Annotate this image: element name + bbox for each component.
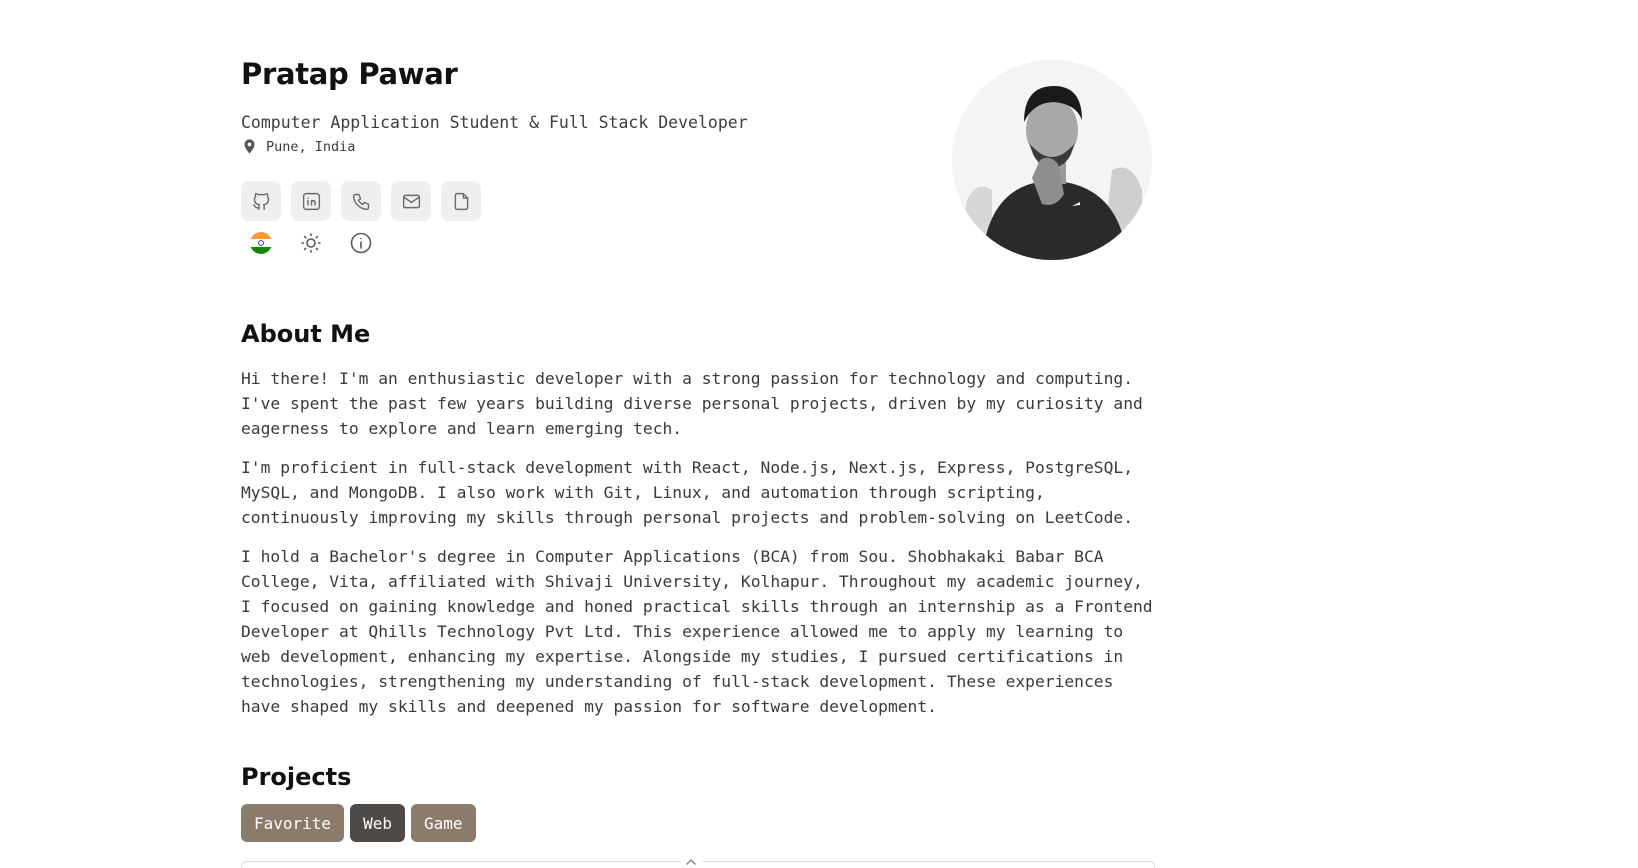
theme-toggle[interactable] xyxy=(298,230,324,256)
language-toggle[interactable] xyxy=(248,230,274,256)
tag-game[interactable]: Game xyxy=(410,804,476,842)
sun-icon xyxy=(301,233,321,253)
india-flag-icon xyxy=(250,232,272,254)
linkedin-icon xyxy=(302,192,320,210)
projects-section: Projects Favorite Web Game xyxy=(241,763,1153,842)
projects-title: Projects xyxy=(241,763,352,791)
project-filter-tags: Favorite Web Game xyxy=(241,804,1153,842)
phone-icon xyxy=(352,193,369,210)
info-icon xyxy=(350,232,372,254)
tag-favorite[interactable]: Favorite xyxy=(241,804,345,842)
about-paragraph: Hi there! I'm an enthusiastic developer … xyxy=(241,369,1143,438)
chevron-up-icon xyxy=(686,858,696,865)
email-button[interactable] xyxy=(391,181,431,221)
github-button[interactable] xyxy=(241,181,281,221)
scroll-up-button[interactable] xyxy=(680,853,702,867)
info-button[interactable] xyxy=(348,230,374,256)
about-section: About Me Hi there! I'm an enthusiastic d… xyxy=(241,320,1153,719)
github-icon xyxy=(252,192,269,210)
about-paragraph: I hold a Bachelor's degree in Computer A… xyxy=(241,547,1153,716)
profile-header: Pratap Pawar Computer Application Studen… xyxy=(241,52,1153,282)
mail-icon xyxy=(402,194,420,208)
about-paragraph: I'm proficient in full-stack development… xyxy=(241,458,1133,527)
location-pin-icon xyxy=(244,139,255,154)
profile-avatar xyxy=(952,60,1152,260)
profile-photo xyxy=(952,60,1152,260)
main-container: Pratap Pawar Computer Application Studen… xyxy=(241,52,1153,842)
document-icon xyxy=(454,192,468,210)
resume-button[interactable] xyxy=(441,181,481,221)
location-label: Pune, India xyxy=(266,138,356,155)
about-title: About Me xyxy=(241,320,371,348)
linkedin-button[interactable] xyxy=(291,181,331,221)
phone-button[interactable] xyxy=(341,181,381,221)
tag-web[interactable]: Web xyxy=(350,804,405,842)
